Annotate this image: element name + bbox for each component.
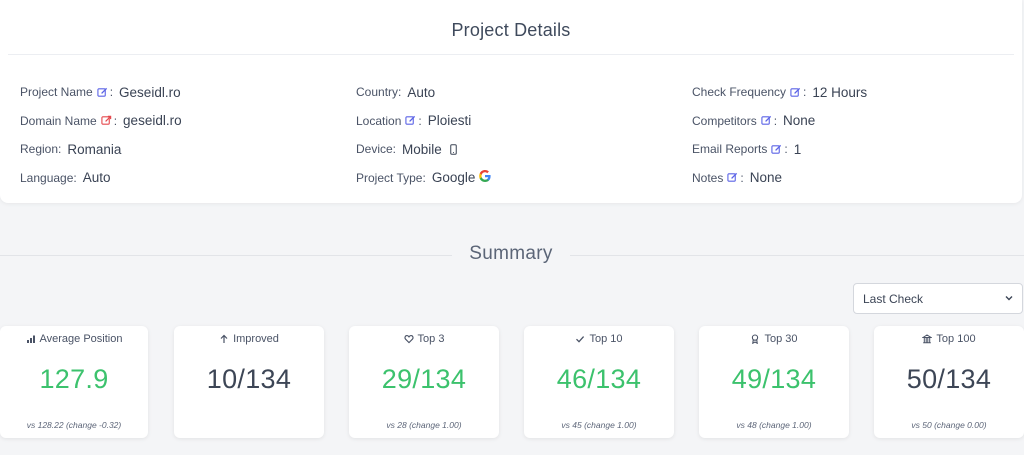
heart-icon	[403, 335, 414, 344]
colon: :	[773, 113, 778, 128]
country-value: Auto	[407, 84, 436, 100]
domain-name-row: Domain Name : geseidl.ro	[20, 107, 182, 136]
language-row: Language: Auto	[20, 164, 182, 193]
region-row: Region: Romania	[20, 135, 182, 164]
stat-card-top-30: Top 30 49/134 vs 48 (change 1.00)	[699, 326, 849, 438]
domain-name-label: Domain Name	[20, 113, 97, 128]
details-column-middle: Country: Auto Location : Ploiesti Device…	[356, 78, 492, 192]
edit-icon[interactable]	[405, 115, 416, 126]
colon: :	[740, 170, 744, 185]
stat-card-improved: Improved 10/134	[174, 326, 324, 438]
stat-value: 10/134	[206, 364, 292, 394]
project-type-label: Project Type:	[356, 170, 426, 185]
location-value: Ploiesti	[427, 113, 472, 129]
colon: :	[113, 113, 118, 128]
period-select[interactable]: Last Check	[853, 283, 1023, 314]
language-label: Language:	[20, 170, 77, 185]
competitors-value: None	[783, 113, 816, 129]
project-name-value: Geseidl.ro	[119, 84, 181, 100]
edit-icon[interactable]	[771, 144, 782, 155]
award-icon	[752, 334, 759, 344]
mobile-icon	[448, 143, 459, 155]
stat-value: 29/134	[381, 364, 467, 394]
region-value: Romania	[67, 141, 122, 157]
country-label: Country:	[356, 85, 402, 100]
project-details-title: Project Details	[451, 20, 571, 40]
stat-comparison: vs 48 (change 1.00)	[736, 420, 812, 430]
project-type-row: Project Type: Google	[356, 164, 492, 193]
stat-label: Top 30	[764, 333, 798, 345]
region-label: Region:	[20, 142, 62, 157]
colon: :	[418, 113, 422, 128]
check-frequency-row: Check Frequency : 12 Hours	[692, 78, 867, 107]
location-row: Location : Ploiesti	[356, 107, 492, 136]
email-reports-value: 1	[793, 141, 802, 157]
domain-name-value: geseidl.ro	[123, 113, 182, 129]
divider	[8, 54, 1014, 55]
project-type-value: Google	[431, 170, 476, 186]
details-column-right: Check Frequency : 12 Hours Competitors :…	[692, 78, 867, 192]
country-row: Country: Auto	[356, 78, 492, 107]
check-frequency-label: Check Frequency	[692, 85, 787, 100]
email-reports-row: Email Reports : 1	[692, 135, 867, 164]
email-reports-label: Email Reports	[692, 142, 768, 157]
location-label: Location	[356, 113, 402, 128]
edit-icon[interactable]	[727, 172, 738, 183]
details-column-left: Project Name : Geseidl.ro Domain Name : …	[20, 78, 182, 192]
competitors-label: Competitors	[692, 113, 757, 128]
edit-icon[interactable]	[790, 87, 801, 98]
summary-divider-right	[570, 255, 1024, 256]
check-frequency-value: 12 Hours	[812, 84, 868, 100]
colon: :	[803, 85, 807, 100]
external-link-icon[interactable]	[101, 115, 112, 126]
stat-card-top-3: Top 3 29/134 vs 28 (change 1.00)	[349, 326, 499, 438]
stat-value: 127.9	[39, 364, 109, 394]
colon: :	[784, 142, 788, 157]
device-label: Device:	[356, 142, 397, 157]
edit-icon[interactable]	[761, 115, 772, 126]
language-value: Auto	[82, 170, 111, 186]
project-details-card: Project Details Project Name : Geseidl.r…	[0, 0, 1022, 203]
stat-comparison: vs 45 (change 1.00)	[561, 420, 637, 430]
bar-chart-icon	[26, 335, 35, 343]
stat-card-top-100: Top 100 50/134 vs 50 (change 0.00)	[874, 326, 1024, 438]
device-row: Device: Mobile	[356, 135, 492, 164]
stat-label: Average Position	[39, 333, 123, 345]
edit-icon[interactable]	[97, 87, 108, 98]
stat-comparison: vs 128.22 (change -0.32)	[26, 420, 122, 430]
arrow-up-icon	[220, 334, 228, 343]
notes-row: Notes : None	[692, 164, 867, 193]
stat-card-average-position: Average Position 127.9 vs 128.22 (change…	[0, 326, 148, 438]
summary-title: Summary	[469, 243, 553, 264]
stat-label: Top 100	[936, 333, 976, 345]
stat-value: 46/134	[556, 364, 642, 394]
stat-value: 50/134	[906, 364, 992, 394]
project-name-row: Project Name : Geseidl.ro	[20, 78, 182, 107]
notes-value: None	[749, 170, 782, 186]
stat-value: 49/134	[731, 364, 817, 394]
check-icon	[576, 336, 585, 343]
competitors-row: Competitors : None	[692, 107, 867, 136]
stat-card-top-10: Top 10 46/134 vs 45 (change 1.00)	[524, 326, 674, 438]
stat-label: Top 10	[589, 333, 623, 345]
stat-label: Top 3	[417, 333, 445, 345]
colon: :	[109, 85, 114, 100]
google-icon	[478, 169, 492, 183]
summary-divider-left	[0, 255, 452, 256]
device-value: Mobile	[402, 141, 442, 157]
chevron-down-icon	[1005, 296, 1013, 301]
stat-comparison: vs 28 (change 1.00)	[386, 420, 462, 430]
period-select-value: Last Check	[863, 291, 924, 306]
stat-label: Improved	[233, 333, 279, 345]
notes-label: Notes	[692, 170, 724, 185]
project-name-label: Project Name	[20, 85, 93, 100]
building-icon	[922, 334, 933, 344]
stat-comparison: vs 50 (change 0.00)	[911, 420, 987, 430]
